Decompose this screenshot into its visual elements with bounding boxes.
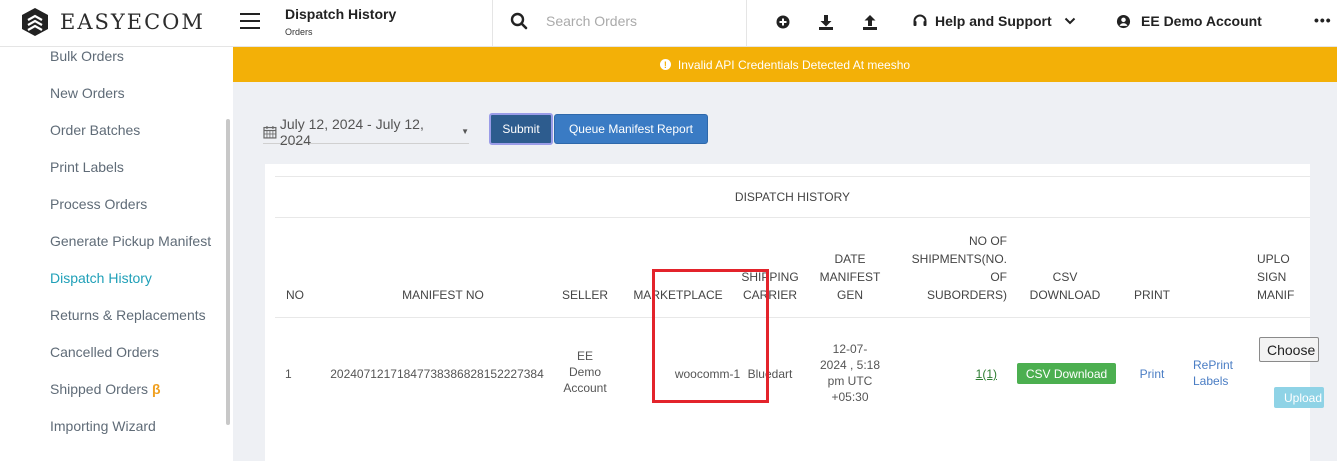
cell-line: 12-07- [832, 342, 868, 356]
alert-text: Invalid API Credentials Detected At mees… [677, 57, 911, 72]
chevron-down-icon [1064, 17, 1075, 25]
more-options-icon[interactable]: ••• [1314, 12, 1332, 28]
header-no: NO [286, 288, 304, 302]
add-circle-icon[interactable] [774, 13, 792, 31]
queue-manifest-report-button[interactable]: Queue Manifest Report [554, 114, 708, 144]
caret-down-icon: ▼ [461, 127, 469, 136]
sidebar-item-new-orders[interactable]: New Orders [50, 85, 125, 101]
header-csv-download: CSV DOWNLOAD [1020, 268, 1110, 304]
easyecom-logo-icon [22, 8, 48, 36]
sidebar-item-importing-wizard[interactable]: Importing Wizard [50, 418, 156, 434]
header-seller: SELLER [561, 288, 609, 302]
divider [492, 0, 493, 47]
choose-file-button[interactable]: Choose [1259, 337, 1319, 362]
search-icon[interactable] [510, 12, 528, 30]
upload-icon[interactable] [861, 13, 879, 31]
sidebar-item-label: Shipped Orders [50, 381, 149, 397]
sidebar-item-shipped-orders[interactable]: Shipped Orders β [50, 381, 161, 397]
sidebar-item-dispatch-history[interactable]: Dispatch History [50, 270, 152, 286]
csv-download-button[interactable]: CSV Download [1017, 363, 1116, 384]
header-line: MANIFEST [819, 270, 881, 284]
date-range-value: July 12, 2024 - July 12, 2024 [279, 115, 424, 148]
main-content: ! Invalid API Credentials Detected At me… [233, 47, 1337, 461]
header-print: PRINT [1134, 288, 1170, 302]
header-line: OF [990, 270, 1007, 284]
header-line: NO OF [969, 234, 1007, 248]
breadcrumb: Orders [285, 27, 313, 37]
header-line: UPLO [1257, 252, 1290, 266]
sidebar-item-cancelled-orders[interactable]: Cancelled Orders [50, 344, 159, 360]
info-icon: ! [659, 59, 671, 70]
menu-toggle-icon[interactable] [240, 13, 260, 29]
header-line: DATE [834, 252, 866, 266]
sidebar-item-order-batches[interactable]: Order Batches [50, 122, 140, 138]
headset-icon [913, 14, 927, 26]
header-no-of-shipments: NO OF SHIPMENTS(NO. OF SUBORDERS) [897, 232, 1007, 304]
date-range-picker[interactable]: July 12, 2024 - July 12, 2024 ▼ [263, 116, 469, 148]
row-divider [275, 317, 1310, 318]
cell-line: Demo [568, 365, 601, 379]
user-circle-icon [1116, 14, 1131, 28]
cell-line: 2024 , 5:18 [819, 358, 881, 372]
sidebar-item-returns-replacements[interactable]: Returns & Replacements [50, 307, 206, 323]
cell-line: EE [576, 349, 593, 363]
print-link[interactable]: Print [1140, 367, 1165, 381]
header-line: SUBORDERS) [926, 288, 1007, 302]
header-line: GEN [836, 288, 863, 302]
link-line: Labels [1193, 374, 1229, 388]
shipments-link[interactable]: 1(1) [976, 367, 997, 381]
sidebar-item-print-labels[interactable]: Print Labels [50, 159, 124, 175]
search-bar [510, 12, 736, 30]
cell-shipments: 1(1) [937, 366, 997, 382]
account-menu[interactable]: EE Demo Account [1116, 13, 1262, 29]
cell-line: pm UTC [827, 374, 873, 388]
alert-banner: ! Invalid API Credentials Detected At me… [233, 47, 1337, 82]
header-date-manifest-gen: DATE MANIFEST GEN [810, 250, 890, 304]
cell-manifest-no: 20240712171847738386828152227384 [330, 367, 544, 381]
download-icon[interactable] [817, 13, 835, 31]
beta-badge: β [151, 381, 161, 397]
header-upload-signed-manifest: UPLO SIGN MANIF [1250, 250, 1330, 304]
sidebar-item-process-orders[interactable]: Process Orders [50, 196, 147, 212]
cell-line: Account [563, 381, 607, 395]
sidebar-item-generate-pickup-manifest[interactable]: Generate Pickup Manifest [50, 233, 211, 249]
top-bar: EASYECOM Dispatch History Orders Search … [0, 0, 1337, 47]
marketplace-highlight-box [652, 269, 769, 403]
logo[interactable]: EASYECOM [20, 6, 205, 38]
search-input[interactable] [546, 13, 736, 29]
header-line: DOWNLOAD [1029, 288, 1101, 302]
help-support-menu[interactable]: Help and Support [912, 13, 1076, 29]
submit-button[interactable]: Submit [489, 113, 553, 145]
help-label: Help and Support [935, 13, 1052, 29]
divider [746, 0, 747, 47]
upload-button[interactable]: Upload [1274, 387, 1324, 408]
cell-seller: EE Demo Account [555, 348, 615, 396]
cell-date-manifest-gen: 12-07- 2024 , 5:18 pm UTC +05:30 [810, 341, 890, 405]
calendar-icon [263, 125, 277, 139]
page-heading: Dispatch History Orders [285, 6, 396, 37]
sidebar-scrollbar[interactable] [226, 119, 230, 425]
account-label: EE Demo Account [1141, 13, 1262, 29]
link-line: RePrint [1193, 358, 1234, 372]
header-line: MANIF [1257, 288, 1295, 302]
page-title: Dispatch History [285, 6, 397, 22]
reprint-labels-link[interactable]: RePrint Labels [1193, 357, 1243, 389]
cell-print: Print [1127, 366, 1177, 382]
header-line: CSV [1052, 270, 1078, 284]
cell-no: 1 [285, 367, 292, 381]
cell-line: +05:30 [831, 390, 869, 404]
sidebar-item-bulk-orders[interactable]: Bulk Orders [50, 48, 124, 64]
logo-text: EASYECOM [60, 10, 205, 34]
header-manifest-no: MANIFEST NO [402, 288, 484, 302]
sidebar: Bulk Orders New Orders Order Batches Pri… [0, 47, 233, 461]
header-line: SIGN [1257, 270, 1287, 284]
dispatch-history-table: DISPATCH HISTORY NO MANIFEST NO SELLER M… [265, 164, 1324, 461]
table-title: DISPATCH HISTORY [275, 176, 1310, 218]
header-line: SHIPMENTS(NO. [911, 252, 1007, 266]
